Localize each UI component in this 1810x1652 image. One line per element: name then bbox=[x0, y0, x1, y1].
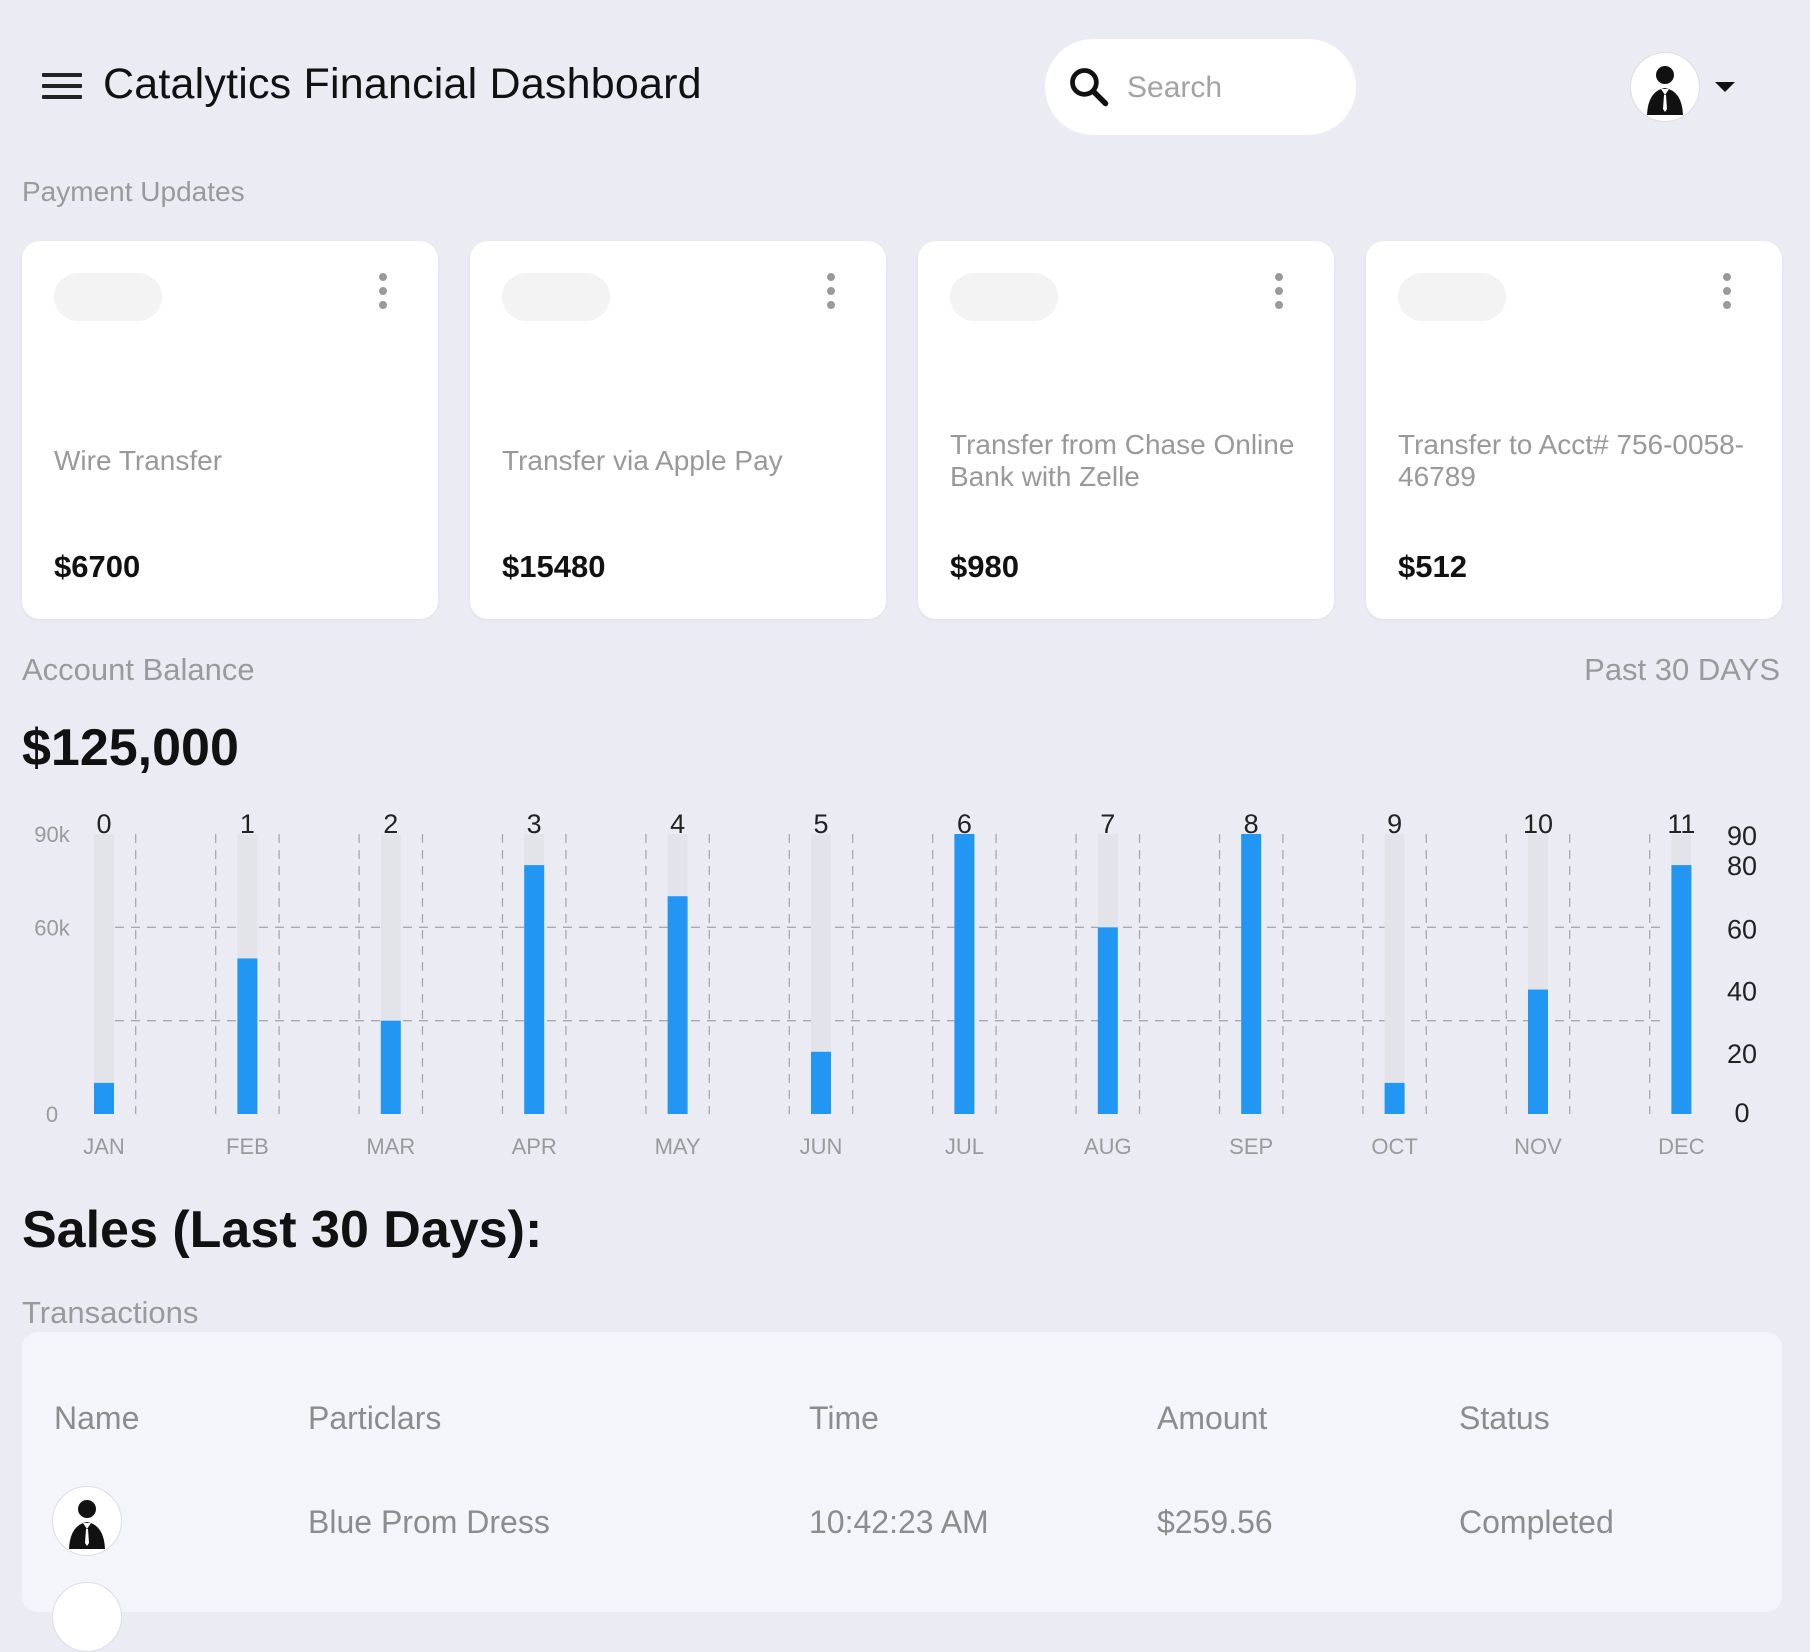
right-axis-tick: 80 bbox=[1727, 851, 1757, 881]
card-amount: $15480 bbox=[502, 549, 606, 584]
hamburger-menu-icon[interactable] bbox=[42, 73, 82, 103]
x-axis-tick: NOV bbox=[1514, 1134, 1562, 1159]
bar-index-label: 6 bbox=[957, 809, 972, 839]
card-description: Transfer via Apple Pay bbox=[502, 444, 783, 476]
bar bbox=[1097, 927, 1118, 1114]
more-options-icon[interactable] bbox=[824, 273, 838, 311]
user-avatar-icon[interactable] bbox=[52, 1582, 122, 1652]
bar-index-label: 8 bbox=[1244, 809, 1259, 839]
bar-index-label: 11 bbox=[1667, 809, 1695, 839]
bar bbox=[1528, 989, 1548, 1114]
right-axis-tick: 90 bbox=[1727, 821, 1757, 851]
user-menu[interactable] bbox=[1630, 52, 1740, 124]
card-amount: $512 bbox=[1398, 549, 1467, 584]
top-bar: Catalytics Financial Dashboard bbox=[0, 0, 1810, 176]
x-axis-tick: JAN bbox=[83, 1134, 125, 1159]
column-header-particulars: Particlars bbox=[308, 1400, 442, 1436]
card-description: Transfer to Acct# 756-0058-46789 bbox=[1398, 428, 1745, 492]
account-balance-label: Account Balance bbox=[22, 652, 255, 687]
bar-index-label: 2 bbox=[383, 809, 398, 839]
column-header-amount: Amount bbox=[1157, 1400, 1268, 1436]
card-description: Wire Transfer bbox=[54, 444, 223, 476]
right-axis-tick: 40 bbox=[1727, 977, 1757, 1007]
bar-index-label: 5 bbox=[813, 809, 828, 839]
page-title: Catalytics Financial Dashboard bbox=[103, 60, 702, 108]
row-status: Completed bbox=[1459, 1504, 1614, 1540]
bar-index-label: 4 bbox=[670, 809, 685, 839]
bar bbox=[811, 1051, 831, 1114]
x-axis-tick: OCT bbox=[1371, 1134, 1417, 1159]
bar-index-label: 0 bbox=[96, 809, 111, 839]
balance-value: $125,000 bbox=[22, 719, 239, 777]
bar bbox=[1384, 1082, 1405, 1114]
bar bbox=[524, 865, 545, 1114]
bar-index-label: 9 bbox=[1387, 809, 1402, 839]
payment-card[interactable]: Transfer from Chase Online Bank with Zel… bbox=[918, 241, 1334, 619]
bar-index-label: 1 bbox=[240, 809, 255, 839]
x-axis-tick: JUN bbox=[800, 1134, 843, 1159]
user-avatar-icon[interactable] bbox=[1630, 52, 1700, 122]
caret-down-icon[interactable] bbox=[1715, 82, 1735, 92]
search-icon bbox=[1070, 68, 1109, 107]
balance-bar-chart: 90k 60k 0 9080 60 40 20 0 0 JAN 1 FEB 2 MAR 3 APR 4 MAY 5 J… bbox=[34, 809, 1757, 1159]
more-options-icon[interactable] bbox=[1720, 273, 1734, 311]
period-selector[interactable]: Past 30 DAYS bbox=[1584, 652, 1780, 688]
x-axis-tick: MAY bbox=[655, 1134, 701, 1159]
column-header-status: Status bbox=[1459, 1400, 1550, 1436]
x-axis-tick: MAR bbox=[366, 1134, 415, 1159]
x-axis-tick: APR bbox=[512, 1134, 557, 1159]
sales-title: Sales (Last 30 Days): bbox=[22, 1201, 543, 1259]
bar bbox=[954, 834, 975, 1114]
bar bbox=[667, 896, 688, 1114]
more-options-icon[interactable] bbox=[1272, 273, 1286, 311]
bar bbox=[1241, 834, 1262, 1114]
right-axis-tick: 20 bbox=[1727, 1039, 1757, 1069]
right-axis-tick: 60 bbox=[1727, 914, 1757, 944]
search-input[interactable] bbox=[1125, 65, 1339, 111]
left-axis-tick: 60k bbox=[34, 915, 70, 940]
transactions-label: Transactions bbox=[22, 1295, 199, 1330]
bar bbox=[237, 958, 258, 1114]
card-description: Transfer from Chase Online Bank with Zel… bbox=[950, 428, 1295, 492]
bar-index-label: 7 bbox=[1100, 809, 1115, 839]
user-avatar-icon[interactable] bbox=[52, 1486, 122, 1556]
x-axis-tick: AUG bbox=[1084, 1134, 1132, 1159]
payment-card[interactable]: Transfer to Acct# 756-0058-46789 $512 bbox=[1366, 241, 1782, 619]
search-box[interactable] bbox=[1045, 39, 1356, 135]
row-time: 10:42:23 AM bbox=[809, 1504, 989, 1540]
x-axis-tick: SEP bbox=[1229, 1134, 1273, 1159]
x-axis-tick: FEB bbox=[226, 1134, 269, 1159]
x-axis-tick: DEC bbox=[1658, 1134, 1705, 1159]
row-particulars: Blue Prom Dress bbox=[308, 1504, 550, 1540]
payment-card[interactable]: Wire Transfer $6700 bbox=[22, 241, 438, 619]
card-amount: $6700 bbox=[54, 549, 141, 584]
column-header-time: Time bbox=[809, 1400, 879, 1436]
card-amount: $980 bbox=[950, 549, 1019, 584]
card-tag bbox=[54, 273, 162, 321]
row-amount: $259.56 bbox=[1157, 1504, 1273, 1540]
x-axis-tick: JUL bbox=[945, 1134, 984, 1159]
payment-card[interactable]: Transfer via Apple Pay $15480 bbox=[470, 241, 886, 619]
left-axis-tick: 0 bbox=[46, 1102, 58, 1127]
column-header-name: Name bbox=[54, 1400, 140, 1436]
card-tag bbox=[950, 273, 1058, 321]
left-axis-tick: 90k bbox=[34, 822, 70, 847]
transactions-table: Name Particlars Time Amount Status Blue … bbox=[22, 1332, 1782, 1652]
bar-index-label: 3 bbox=[527, 809, 542, 839]
payment-updates-label: Payment Updates bbox=[22, 176, 245, 207]
card-tag bbox=[502, 273, 610, 321]
bar-index-label: 10 bbox=[1523, 809, 1553, 839]
card-tag bbox=[1398, 273, 1506, 321]
right-axis-tick: 0 bbox=[1734, 1098, 1749, 1128]
more-options-icon[interactable] bbox=[376, 273, 390, 311]
bar-track bbox=[1384, 834, 1405, 1114]
bar bbox=[380, 1020, 401, 1114]
bar bbox=[1671, 865, 1692, 1114]
bar-track bbox=[94, 834, 114, 1114]
bar bbox=[94, 1082, 114, 1114]
